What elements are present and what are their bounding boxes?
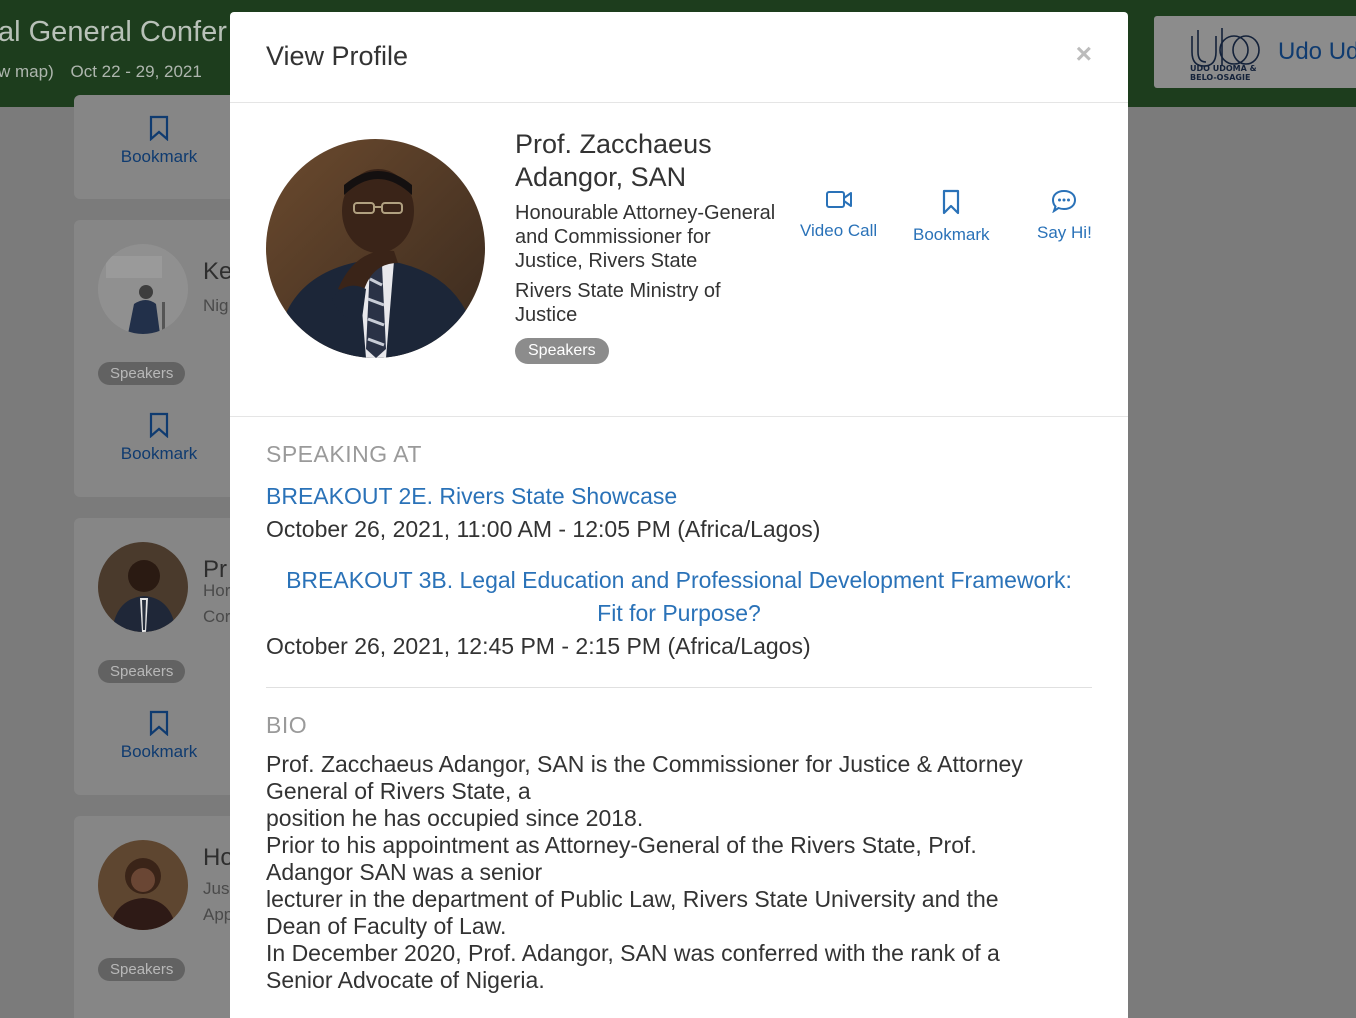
close-button[interactable]: × xyxy=(1076,38,1092,70)
speaker-subtitle: Nig xyxy=(203,296,229,315)
bookmark-icon xyxy=(149,115,169,141)
sponsor-logo-text: UDO UDOMA & BELO-OSAGIE xyxy=(1190,64,1257,82)
session-item: BREAKOUT 2E. Rivers State Showcase Octob… xyxy=(266,480,1092,546)
speakers-tag: Speakers xyxy=(98,660,186,683)
modal-header: View Profile × xyxy=(230,12,1128,103)
video-call-button[interactable]: Video Call xyxy=(800,189,877,241)
bio-line: Prior to his appointment as Attorney-Gen… xyxy=(266,832,977,858)
bio-heading: BIO xyxy=(266,712,308,738)
bio-line: General of Rivers State, a xyxy=(266,778,531,804)
bio-line: Adangor SAN was a senior xyxy=(266,859,543,885)
say-hi-button[interactable]: Say Hi! xyxy=(1037,189,1092,243)
event-title: al General Confer xyxy=(0,16,227,48)
bookmark-button[interactable]: Bookmark xyxy=(114,710,204,762)
bookmark-icon xyxy=(149,710,169,736)
bio-text: Prof. Zacchaeus Adangor, SAN is the Comm… xyxy=(266,751,1092,994)
bookmark-icon xyxy=(943,189,960,215)
profile-job-title: Honourable Attorney-General and Commissi… xyxy=(515,202,776,272)
bookmark-button[interactable]: Bookmark xyxy=(913,189,990,245)
profile-name: Prof. Zacchaeus Adangor, SAN xyxy=(515,129,712,192)
view-map-link[interactable]: w map) xyxy=(0,62,54,81)
profile-avatar xyxy=(266,139,485,358)
bio-line: Prof. Zacchaeus Adangor, SAN is the Comm… xyxy=(266,751,1023,777)
bio-line: Dean of Faculty of Law. xyxy=(266,913,507,939)
bio-line: In December 2020, Prof. Adangor, SAN was… xyxy=(266,940,1000,966)
video-camera-icon xyxy=(825,191,852,208)
session-time: October 26, 2021, 11:00 AM - 12:05 PM (A… xyxy=(266,516,821,542)
profile-summary: Prof. Zacchaeus Adangor, SAN Honourable … xyxy=(230,103,1128,417)
bookmark-icon xyxy=(149,412,169,438)
sponsor-banner[interactable]: UDO UDOMA & BELO-OSAGIE Udo Ud xyxy=(1154,16,1356,88)
modal-title: View Profile xyxy=(266,41,409,71)
avatar xyxy=(98,542,188,632)
section-divider xyxy=(266,687,1092,688)
view-profile-modal: View Profile × Prof. Zacchaeus Adangor, … xyxy=(230,12,1128,1018)
avatar xyxy=(98,244,188,334)
bio-line: Senior Advocate of Nigeria. xyxy=(266,967,545,993)
speaker-photo xyxy=(98,840,188,930)
speaker-photo xyxy=(98,542,188,632)
speakers-tag: Speakers xyxy=(98,958,186,981)
speaker-photo xyxy=(98,244,188,334)
speakers-tag: Speakers xyxy=(98,362,186,385)
event-dates: Oct 22 - 29, 2021 xyxy=(70,62,202,81)
session-link[interactable]: BREAKOUT 2E. Rivers State Showcase xyxy=(266,480,1092,513)
bookmark-button[interactable]: Bookmark xyxy=(114,115,204,167)
profile-details: SPEAKING AT BREAKOUT 2E. Rivers State Sh… xyxy=(230,417,1128,994)
speaking-at-heading: SPEAKING AT xyxy=(266,441,422,467)
bookmark-button[interactable]: Bookmark xyxy=(114,412,204,464)
sponsor-name: Udo Ud xyxy=(1278,38,1356,65)
speaker-name: Ke xyxy=(203,258,233,285)
session-link[interactable]: BREAKOUT 3B. Legal Education and Profess… xyxy=(266,564,1092,630)
speakers-tag: Speakers xyxy=(515,338,609,364)
session-time: October 26, 2021, 12:45 PM - 2:15 PM (Af… xyxy=(266,633,811,659)
bio-line: lecturer in the department of Public Law… xyxy=(266,886,999,912)
profile-organization: Rivers State Ministry of Justice xyxy=(515,280,721,326)
speaker-subtitle: Hor Cor xyxy=(203,581,231,626)
session-item: BREAKOUT 3B. Legal Education and Profess… xyxy=(266,564,1092,663)
bio-line: position he has occupied since 2018. xyxy=(266,805,644,831)
event-meta: w map) Oct 22 - 29, 2021 xyxy=(0,62,214,82)
avatar xyxy=(98,840,188,930)
profile-photo xyxy=(266,139,485,358)
chat-bubble-icon xyxy=(1052,189,1077,213)
speaker-subtitle: Jus App xyxy=(203,879,234,924)
